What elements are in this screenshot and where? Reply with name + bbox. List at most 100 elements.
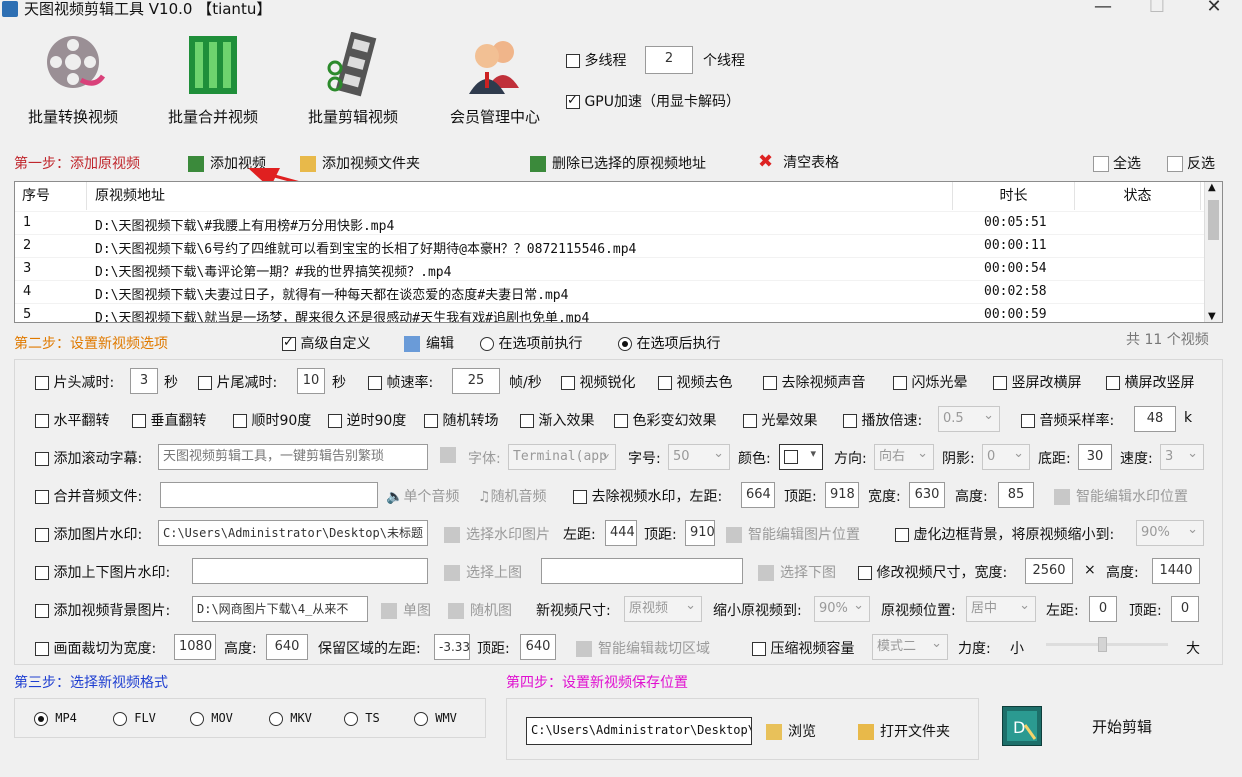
format-mov-option[interactable]: MOV xyxy=(190,711,233,726)
color-picker[interactable]: ▾ xyxy=(779,444,823,470)
halo-checkbox[interactable] xyxy=(743,414,757,428)
advanced-option[interactable]: 高级自定义 xyxy=(282,333,370,353)
random-image-button[interactable]: 随机图 xyxy=(448,600,512,620)
orig-position-select[interactable]: 居中 xyxy=(966,596,1036,622)
scroll-subtitle-option[interactable]: 添加滚动字幕: xyxy=(35,448,142,468)
new-size-select[interactable]: 原视频 xyxy=(624,596,702,622)
remove-watermark-checkbox[interactable] xyxy=(573,490,587,504)
format-mov-radio[interactable] xyxy=(190,711,204,726)
watermark-top-input[interactable]: 918 xyxy=(825,482,859,508)
random-audio-button[interactable]: ♫随机音频 xyxy=(478,486,547,506)
choose-watermark-button[interactable]: 选择水印图片 xyxy=(444,524,550,544)
format-mkv-option[interactable]: MKV xyxy=(269,711,312,726)
close-icon[interactable]: ✕ xyxy=(1202,0,1226,17)
vflip-option[interactable]: 垂直翻转 xyxy=(132,410,206,430)
blur-bg-checkbox[interactable] xyxy=(895,528,909,542)
format-ts-radio[interactable] xyxy=(344,711,358,726)
fadein-checkbox[interactable] xyxy=(520,414,534,428)
batch-convert-button[interactable]: 批量转换视频 xyxy=(18,32,128,127)
remove-watermark-option[interactable]: 去除视频水印，左距: xyxy=(573,486,722,506)
single-image-button[interactable]: 单图 xyxy=(381,600,431,620)
scroll-down-icon[interactable]: ▼ xyxy=(1208,311,1216,322)
color-effect-checkbox[interactable] xyxy=(614,414,628,428)
table-row[interactable]: 3 D:\天图视频下载\毒评论第一期？#我的世界搞笑视频？.mp4 00:00:54 xyxy=(15,257,1205,280)
choose-top-button[interactable]: 选择上图 xyxy=(444,562,522,582)
speed-option[interactable]: 播放倍速: xyxy=(843,410,922,430)
fps-checkbox[interactable] xyxy=(368,376,382,390)
tail-cut-option[interactable]: 片尾减时: xyxy=(198,372,277,392)
table-row[interactable]: 4 D:\天图视频下载\夫妻过日子，就得有一种每天都在谈恋爱的态度#夫妻日常.mp… xyxy=(15,280,1205,303)
single-audio-button[interactable]: 🔈单个音频 xyxy=(386,486,459,506)
font-select[interactable]: Terminal(app xyxy=(508,444,616,470)
resize-option[interactable]: 修改视频尺寸，宽度: xyxy=(858,562,1007,582)
scroll-up-icon[interactable]: ▲ xyxy=(1208,182,1216,193)
strength-slider[interactable] xyxy=(1046,637,1168,652)
smart-watermark-button[interactable]: 智能编辑水印位置 xyxy=(1054,486,1188,506)
open-folder-button[interactable]: 打开文件夹 xyxy=(858,721,950,741)
top-bottom-watermark-option[interactable]: 添加上下图片水印: xyxy=(35,562,170,582)
cw90-checkbox[interactable] xyxy=(233,414,247,428)
sample-rate-checkbox[interactable] xyxy=(1021,414,1035,428)
batch-edit-button[interactable]: 批量剪辑视频 xyxy=(298,31,408,127)
cw90-option[interactable]: 顺时90度 xyxy=(233,410,311,430)
gpu-checkbox[interactable] xyxy=(566,93,580,109)
invert-button[interactable]: 反选 xyxy=(1167,153,1215,173)
crop-checkbox[interactable] xyxy=(35,642,49,656)
scroll-subtitle-input[interactable]: 天图视频剪辑工具，一键剪辑告别繁琐 xyxy=(158,444,428,470)
smart-image-button[interactable]: 智能编辑图片位置 xyxy=(726,524,860,544)
image-left-input[interactable]: 444 xyxy=(605,520,637,546)
head-cut-option[interactable]: 片头减时: xyxy=(35,372,114,392)
head-cut-checkbox[interactable] xyxy=(35,376,49,390)
decolor-option[interactable]: 视频去色 xyxy=(658,372,732,392)
mute-option[interactable]: 去除视频声音 xyxy=(763,372,865,392)
format-flv-radio[interactable] xyxy=(113,711,127,726)
flash-option[interactable]: 闪烁光晕 xyxy=(893,372,967,392)
shadow-select[interactable]: 0 xyxy=(982,444,1030,470)
bg-left-input[interactable]: 0 xyxy=(1089,596,1117,622)
compress-mode-select[interactable]: 模式二 xyxy=(872,634,948,660)
merge-audio-checkbox[interactable] xyxy=(35,490,49,504)
strength-slider-thumb[interactable] xyxy=(1098,637,1107,652)
h2v-option[interactable]: 横屏改竖屏 xyxy=(1106,372,1194,392)
tail-cut-input[interactable]: 10 xyxy=(297,368,325,394)
keep-top-input[interactable]: 640 xyxy=(520,634,556,660)
select-all-button[interactable]: 全选 xyxy=(1093,153,1141,173)
format-mkv-radio[interactable] xyxy=(269,711,283,726)
choose-bottom-button[interactable]: 选择下图 xyxy=(758,562,836,582)
format-wmv-option[interactable]: WMV xyxy=(414,711,457,726)
random-transition-option[interactable]: 随机转场 xyxy=(424,410,498,430)
bg-top-input[interactable]: 0 xyxy=(1171,596,1199,622)
compress-option[interactable]: 压缩视频容量 xyxy=(752,638,854,658)
format-ts-option[interactable]: TS xyxy=(344,711,380,726)
tail-cut-checkbox[interactable] xyxy=(198,376,212,390)
fadein-option[interactable]: 渐入效果 xyxy=(520,410,594,430)
resize-height-input[interactable]: 1440 xyxy=(1152,558,1200,584)
resize-checkbox[interactable] xyxy=(858,566,872,580)
background-image-checkbox[interactable] xyxy=(35,604,49,618)
gpu-option[interactable]: GPU加速（用显卡解码） xyxy=(566,91,740,111)
shrink-select[interactable]: 90% xyxy=(814,596,870,622)
halo-option[interactable]: 光晕效果 xyxy=(743,410,817,430)
ccw90-option[interactable]: 逆时90度 xyxy=(328,410,406,430)
image-watermark-checkbox[interactable] xyxy=(35,528,49,542)
watermark-height-input[interactable]: 85 xyxy=(998,482,1034,508)
col-header-duration[interactable]: 时长 xyxy=(953,182,1075,210)
watermark-width-input[interactable]: 630 xyxy=(909,482,945,508)
video-table[interactable]: 序号 原视频地址 时长 状态 1 D:\天图视频下载\#我腰上有用榜#万分用快影.… xyxy=(14,181,1223,323)
font-picker-icon[interactable] xyxy=(440,447,456,463)
browse-button[interactable]: 浏览 xyxy=(766,721,816,741)
resize-width-input[interactable]: 2560 xyxy=(1025,558,1073,584)
table-row[interactable]: 2 D:\天图视频下载\6号约了四维就可以看到宝宝的长相了好期待@本豪H？？087… xyxy=(15,234,1205,257)
format-mp4-radio[interactable] xyxy=(34,711,48,726)
exec-after-radio[interactable] xyxy=(618,337,632,351)
v2h-option[interactable]: 竖屏改横屏 xyxy=(993,372,1081,392)
font-size-select[interactable]: 50 xyxy=(668,444,730,470)
color-effect-option[interactable]: 色彩变幻效果 xyxy=(614,410,716,430)
advanced-checkbox[interactable] xyxy=(282,335,296,351)
image-watermark-path[interactable]: C:\Users\Administrator\Desktop\未标题 xyxy=(158,520,428,546)
exec-before-radio[interactable] xyxy=(480,337,494,351)
mute-checkbox[interactable] xyxy=(763,376,777,390)
exec-before-option[interactable]: 在选项前执行 xyxy=(480,333,582,353)
background-image-option[interactable]: 添加视频背景图片: xyxy=(35,600,170,620)
crop-option[interactable]: 画面裁切为宽度: xyxy=(35,638,156,658)
